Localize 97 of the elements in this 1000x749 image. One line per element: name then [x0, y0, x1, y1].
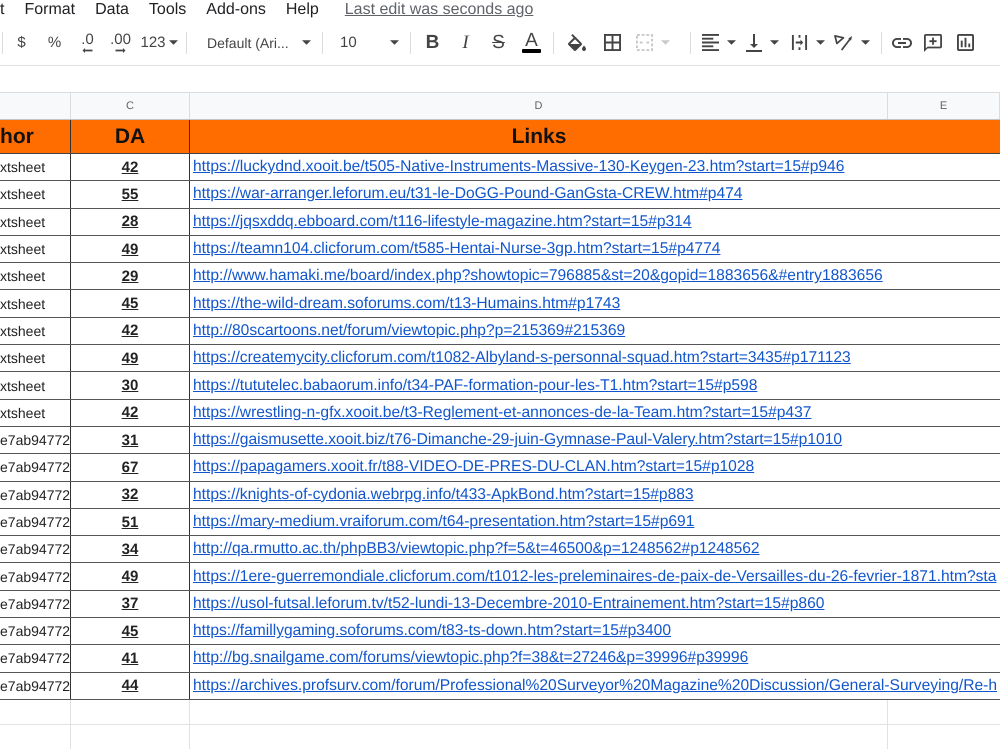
menu-item[interactable]: Help	[286, 0, 319, 20]
table-cell: xtsheet	[0, 236, 71, 262]
table-cell: xtsheet	[0, 290, 71, 317]
bar-chart-icon	[956, 34, 974, 51]
table-cell: e7ab94772	[0, 645, 71, 672]
url-link[interactable]: http://80scartoons.net/forum/viewtopic.php?p=215369#215369	[193, 322, 626, 340]
font-size-dropdown[interactable]: 10	[328, 28, 405, 58]
table-cell: e7ab94772	[0, 536, 71, 562]
table-cell: 34	[71, 536, 190, 562]
url-link[interactable]: https://gaismusette.xooit.biz/t76-Dimanche-29-juin-Gymnase-Paul-Valery.htm?start=15#p1010	[193, 431, 842, 450]
table-cell: 42	[71, 400, 190, 426]
url-link[interactable]: https://famillygaming.soforums.com/t83-ts-down.htm?start=15#p3400	[193, 622, 672, 640]
table-cell: e7ab94772	[0, 672, 71, 699]
menu-item[interactable]: Format	[24, 0, 76, 20]
url-link[interactable]: https://knights-of-cydonia.webrpg.info/t433-ApkBond.htm?start=15#p883	[193, 486, 694, 504]
table-cell: xtsheet	[0, 400, 71, 426]
comment-plus-icon	[924, 34, 942, 52]
column-header[interactable]: D	[190, 93, 888, 119]
table-cell: 67	[71, 454, 190, 481]
align-left-icon	[702, 34, 719, 51]
table-cell: 30	[71, 372, 190, 399]
url-link[interactable]: https://war-arranger.leforum.eu/t31-le-DoGG-Pound-GanGsta-CREW.htm#p474	[193, 185, 742, 204]
table-cell: e7ab94772	[0, 426, 71, 454]
url-link[interactable]: http://www.hamaki.me/board/index.php?showtopic=796885&st=20&gopid=1883656&#entry1883656	[193, 267, 883, 286]
menu-item[interactable]: t	[0, 0, 4, 20]
increase-decimals-button[interactable]: .00	[104, 28, 137, 58]
table-cell: 49	[71, 345, 190, 372]
url-link[interactable]: https://createmycity.clicforum.com/t1082-Albyland-s-personnal-squad.htm?start=3435#p171123	[193, 349, 851, 368]
menu-item[interactable]: Data	[95, 0, 129, 20]
paint-bucket-icon	[568, 34, 586, 51]
table-cell: e7ab94772	[0, 482, 71, 508]
table-cell: 49	[71, 236, 190, 262]
url-link[interactable]: https://wrestling-n-gfx.xooit.be/t3-Reglement-et-annonces-de-la-Team.htm?start=15#p437	[193, 404, 812, 422]
strikethrough-button[interactable]: S	[482, 28, 515, 58]
table-cell: 45	[71, 618, 190, 644]
table-cell: e7ab94772	[0, 454, 71, 481]
table-cell: e7ab94772	[0, 590, 71, 618]
italic-button[interactable]: I	[449, 28, 482, 58]
text-wrap-icon	[791, 34, 808, 51]
table-cell: 29	[71, 263, 190, 290]
table-cell: 31	[71, 426, 190, 454]
table-cell: e7ab94772	[0, 618, 71, 644]
font-dropdown[interactable]: Default (Ari...	[192, 28, 317, 58]
table-cell: xtsheet	[0, 263, 71, 290]
table-cell: 37	[71, 590, 190, 618]
table-cell: xtsheet	[0, 208, 71, 235]
column-header[interactable]: C	[71, 93, 190, 119]
table-cell: 32	[71, 482, 190, 508]
menu-item[interactable]: Add-ons	[206, 0, 266, 20]
table-cell: e7ab94772	[0, 508, 71, 536]
table-cell: xtsheet	[0, 318, 71, 344]
header-cell: DA	[71, 120, 190, 153]
url-link[interactable]: https://teamn104.clicforum.com/t585-Hentai-Nurse-3gp.htm?start=15#p4774	[193, 240, 720, 258]
arrow-right-icon	[115, 48, 126, 53]
table-cell: 49	[71, 563, 190, 590]
dashed-square-icon	[636, 34, 653, 51]
text-color-button[interactable]: A	[515, 28, 548, 58]
table-cell: 42	[71, 154, 190, 180]
arrow-left-icon	[82, 48, 93, 53]
table-cell: 55	[71, 181, 190, 208]
url-link[interactable]: https://usol-futsal.leforum.tv/t52-lundi-13-Decembre-2010-Entrainement.htm?start=15#p860	[193, 594, 824, 613]
header-cell: Links	[190, 120, 1000, 153]
table-cell: 41	[71, 645, 190, 672]
table-cell: 42	[71, 318, 190, 344]
link-icon	[892, 38, 912, 48]
url-link[interactable]: http://qa.rmutto.ac.th/phpBB3/viewtopic.php?f=5&t=46500&p=1248562#p1248562	[193, 540, 760, 558]
table-cell: e7ab94772	[0, 563, 71, 590]
table-cell: xtsheet	[0, 372, 71, 399]
more-formats-button[interactable]: 123	[137, 28, 181, 58]
align-bottom-icon	[746, 34, 762, 52]
last-edit-link[interactable]: Last edit was seconds ago	[344, 0, 534, 20]
decrease-decimals-button[interactable]: .0	[71, 28, 104, 58]
percent-format-button[interactable]: %	[38, 28, 71, 58]
currency-format-button[interactable]: $	[5, 28, 38, 58]
text-rotation-icon	[834, 34, 853, 51]
menu-item[interactable]: Tools	[148, 0, 186, 20]
url-link[interactable]: https://jqsxddq.ebboard.com/t116-lifestyle-magazine.htm?start=15#p314	[193, 212, 692, 231]
url-link[interactable]: https://tututelec.babaorum.info/t34-PAF-formation-pour-les-T1.htm?start=15#p598	[193, 376, 758, 395]
table-cell: 28	[71, 208, 190, 235]
url-link[interactable]: https://mary-medium.vraiforum.com/t64-presentation.htm?start=15#p691	[193, 513, 694, 531]
url-link[interactable]: https://1ere-guerremondiale.clicforum.com/t1012-les-preleminaires-de-paix-de-Versailles-du-26-fevrier-1871.htm?sta	[193, 568, 996, 586]
table-cell: 45	[71, 290, 190, 317]
url-link[interactable]: https://the-wild-dream.soforums.com/t13-Humains.htm#p1743	[193, 294, 620, 313]
header-cell: hor	[0, 120, 71, 153]
url-link[interactable]: https://papagamers.xooit.fr/t88-VIDEO-DE-PRES-DU-CLAN.htm?start=15#p1028	[193, 458, 754, 476]
url-link[interactable]: https://luckydnd.xooit.be/t505-Native-Instruments-Massive-130-Keygen-23.htm?start=15#p946	[193, 158, 844, 176]
grid-icon	[604, 34, 621, 51]
table-cell: xtsheet	[0, 345, 71, 372]
column-header[interactable]: E	[888, 93, 1000, 119]
url-link[interactable]: http://bg.snailgame.com/forums/viewtopic.php?f=38&t=27246&p=39996#p39996	[193, 649, 748, 668]
table-cell: 51	[71, 508, 190, 536]
text-color-bar-icon	[522, 48, 541, 52]
url-link[interactable]: https://archives.profsurv.com/forum/Professional%20Surveyor%20Magazine%20Discussion/General-Surveying/Re-h	[193, 676, 998, 695]
table-cell: 44	[71, 672, 190, 699]
table-cell: xtsheet	[0, 181, 71, 208]
bold-button[interactable]: B	[416, 28, 449, 58]
table-cell: xtsheet	[0, 154, 71, 180]
